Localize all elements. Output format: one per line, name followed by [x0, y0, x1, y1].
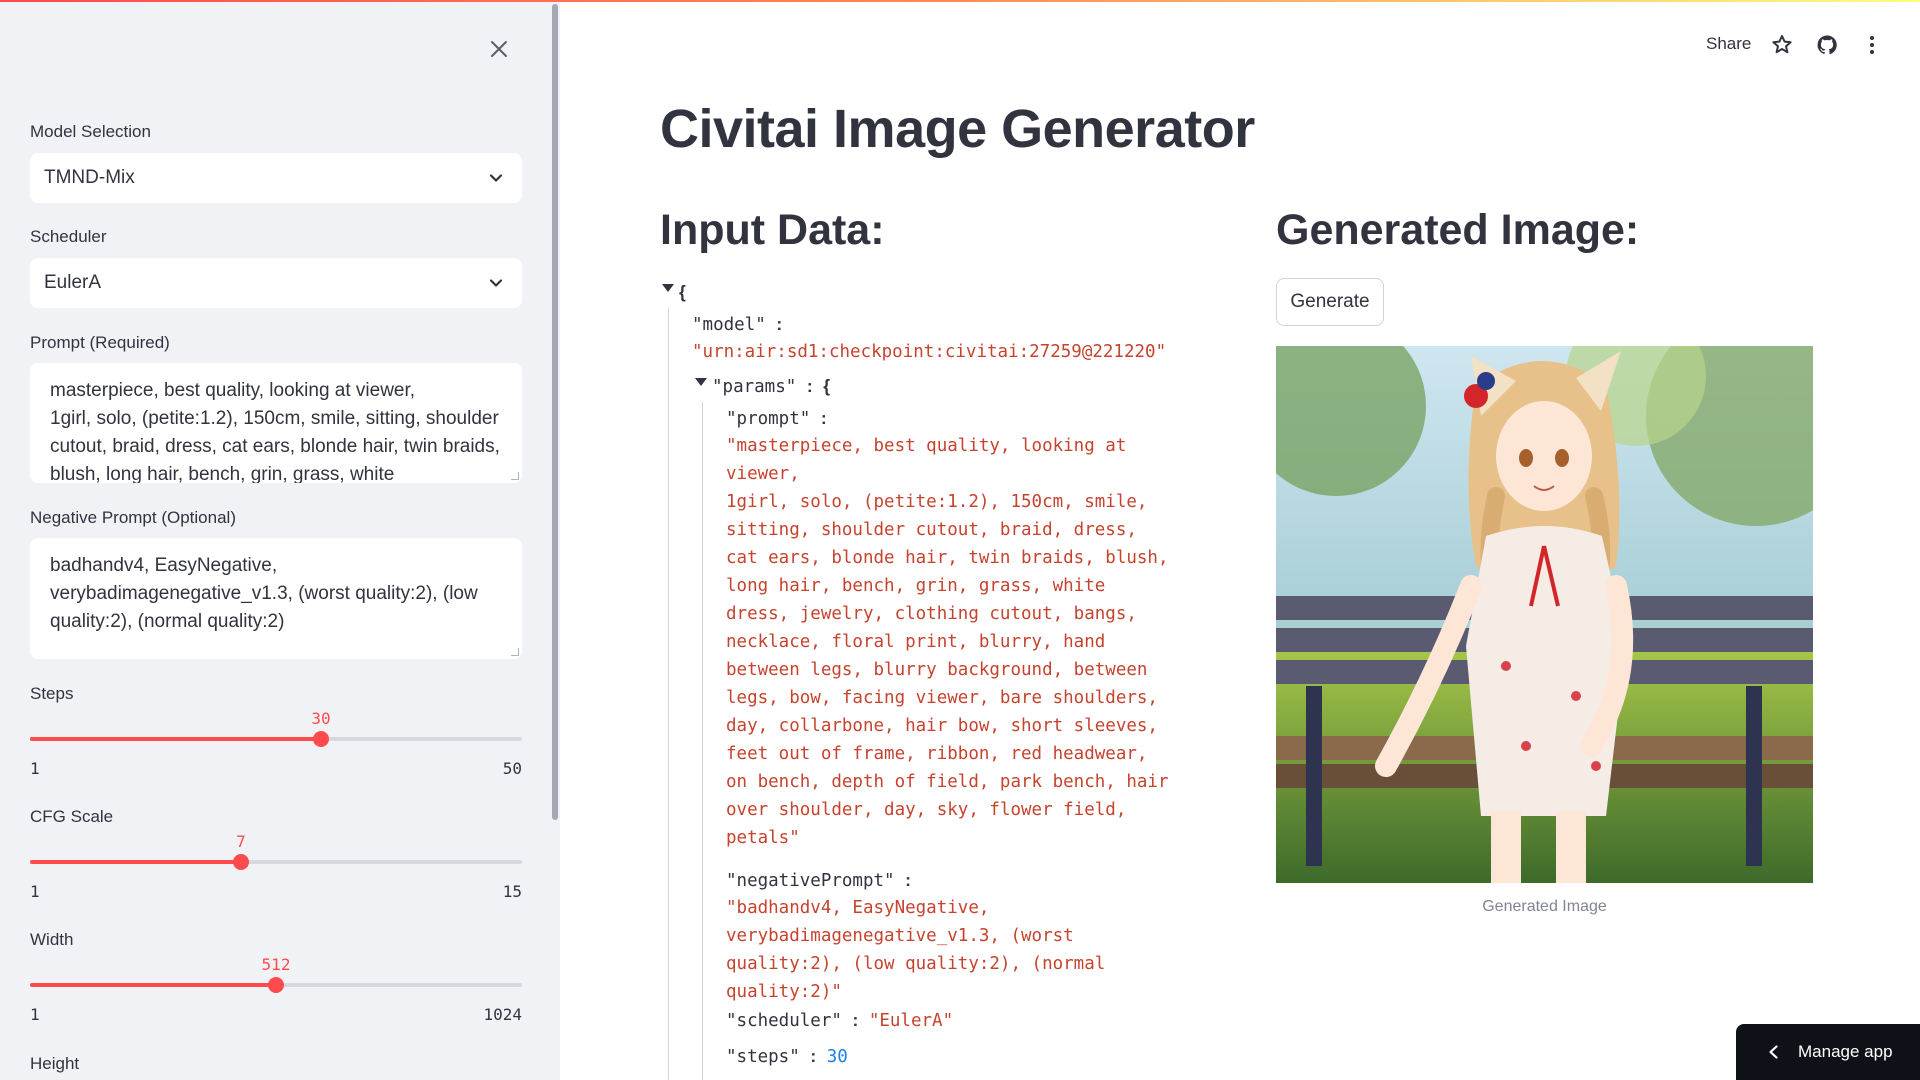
cfg-slider-thumb[interactable]: [233, 854, 249, 870]
steps-slider-value: 30: [311, 709, 331, 728]
json-colon: :: [810, 1046, 817, 1066]
steps-slider-fill: [30, 737, 321, 741]
generate-button[interactable]: Generate: [1276, 278, 1384, 326]
json-scheduler-entry: "scheduler" : "EulerA": [726, 1006, 953, 1035]
json-params-entry: "params" : {: [712, 372, 830, 401]
input-data-heading: Input Data:: [660, 206, 885, 254]
json-colon: :: [806, 376, 813, 396]
scheduler-select[interactable]: EulerA: [30, 258, 522, 308]
width-slider-value: 512: [261, 955, 291, 974]
cfg-slider-fill: [30, 860, 241, 864]
height-label: Height: [30, 1054, 80, 1073]
steps-label: Steps: [30, 684, 74, 703]
json-key: "negativePrompt": [726, 871, 895, 891]
scheduler-select-value: EulerA: [44, 272, 102, 293]
negative-prompt-label: Negative Prompt (Optional): [30, 508, 236, 527]
steps-slider-max: 50: [502, 759, 522, 778]
width-slider[interactable]: [30, 977, 522, 993]
json-colon: :: [852, 1010, 859, 1030]
json-params-guide: [702, 402, 703, 1080]
chevron-down-icon: [489, 174, 503, 182]
collapse-params-caret-icon[interactable]: [695, 378, 707, 386]
page-title: Civitai Image Generator: [660, 99, 1255, 159]
json-colon: :: [776, 314, 783, 334]
width-label: Width: [30, 930, 74, 949]
json-scheduler-value: "EulerA": [868, 1011, 954, 1031]
json-root-open-brace: {: [679, 282, 686, 302]
model-select-value: TMND-Mix: [44, 167, 135, 188]
json-model-value: "urn:air:sd1:checkpoint:civitai:27259@22…: [692, 342, 1167, 362]
cfg-slider-max: 15: [502, 882, 522, 901]
sidebar: Model Selection TMND-Mix Scheduler Euler…: [0, 0, 560, 1080]
collapse-root-caret-icon[interactable]: [662, 284, 674, 292]
chevron-down-icon: [489, 279, 503, 287]
manage-app-button[interactable]: Manage app: [1736, 1024, 1920, 1080]
negative-prompt-textarea[interactable]: badhandv4, EasyNegative, verybadimageneg…: [30, 538, 522, 659]
steps-slider-min: 1: [30, 759, 40, 778]
image-caption: Generated Image: [1482, 898, 1607, 915]
close-icon: [491, 41, 507, 57]
prompt-textarea[interactable]: masterpiece, best quality, looking at vi…: [30, 363, 522, 483]
json-colon: :: [905, 870, 911, 890]
cfg-slider-min: 1: [30, 882, 40, 901]
star-icon[interactable]: [1770, 33, 1794, 57]
prompt-label: Prompt (Required): [30, 333, 170, 352]
json-negative-entry: "negativePrompt" :: [726, 866, 911, 895]
json-steps-entry: "steps" : 30: [726, 1042, 848, 1071]
json-negative-value: "badhandv4, EasyNegative, verybadimagene…: [726, 898, 1106, 1002]
json-key: "prompt": [726, 409, 811, 429]
json-model-entry: "model" :: [692, 310, 782, 339]
steps-slider[interactable]: [30, 731, 522, 747]
close-sidebar-button[interactable]: [484, 34, 514, 64]
cfg-scale-label: CFG Scale: [30, 807, 114, 826]
json-key: "scheduler": [726, 1011, 842, 1031]
width-slider-fill: [30, 983, 276, 987]
json-params-open-brace: {: [823, 376, 831, 396]
more-vertical-icon[interactable]: [1860, 33, 1884, 57]
json-prompt-value: "masterpiece, best quality, looking at v…: [726, 436, 1169, 848]
json-viewer: { "model" : "urn:air:sd1:checkpoint:civi…: [658, 278, 1198, 1080]
json-key: "params": [712, 377, 797, 397]
generated-image: [1276, 346, 1813, 883]
share-button[interactable]: Share: [1706, 34, 1751, 54]
model-select[interactable]: TMND-Mix: [30, 153, 522, 203]
manage-app-label: Manage app: [1798, 1042, 1893, 1061]
generated-image-heading: Generated Image:: [1276, 206, 1640, 254]
github-icon[interactable]: [1815, 33, 1839, 57]
json-root-guide: [668, 308, 669, 1080]
scheduler-label: Scheduler: [30, 227, 107, 246]
json-steps-value: 30: [826, 1047, 848, 1067]
model-selection-label: Model Selection: [30, 122, 151, 141]
width-slider-thumb[interactable]: [268, 977, 284, 993]
width-slider-min: 1: [30, 1005, 40, 1024]
json-prompt-entry: "prompt" :: [726, 404, 827, 433]
sidebar-scrollbar[interactable]: [552, 4, 558, 820]
width-slider-max: 1024: [483, 1005, 522, 1024]
steps-slider-thumb[interactable]: [313, 731, 329, 747]
top-decoration-bar: [0, 0, 1920, 2]
json-key: "steps": [726, 1047, 800, 1067]
json-colon: :: [820, 408, 827, 428]
cfg-slider-value: 7: [236, 832, 246, 851]
cfg-slider[interactable]: [30, 854, 522, 870]
json-key: "model": [692, 315, 766, 335]
chevron-left-icon: [1769, 1045, 1778, 1059]
